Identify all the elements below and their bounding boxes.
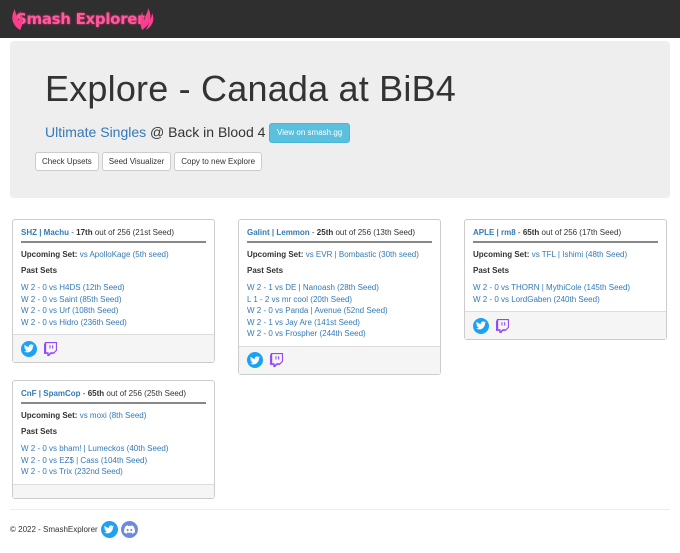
past-sets-label: Past Sets: [247, 266, 284, 275]
social-links: [13, 334, 214, 362]
brand-logo[interactable]: Smash Explorer: [12, 7, 154, 31]
upcoming-set: Upcoming Set: vs moxi (8th Seed): [21, 411, 206, 420]
discord-icon[interactable]: [120, 521, 138, 538]
twitch-icon[interactable]: [43, 341, 57, 356]
player-card: APLE | rm8 - 65th out of 256 (17th Seed)…: [464, 219, 667, 340]
footer-divider: [10, 509, 670, 510]
seed-info: out of 256 (21st Seed): [94, 228, 174, 237]
upcoming-opponent[interactable]: vs EVR | Bombastic (30th seed): [306, 250, 419, 259]
upcoming-set: Upcoming Set: vs ApolloKage (5th seed): [21, 250, 206, 259]
twitch-icon[interactable]: [495, 318, 509, 333]
set-item[interactable]: W 2 - 0 vs Trix (232nd Seed): [21, 466, 206, 478]
past-sets-list: W 2 - 0 vs H4DS (12th Seed) W 2 - 0 vs S…: [21, 282, 206, 328]
header-panel: Explore - Canada at BiB4 Ultimate Single…: [10, 41, 670, 198]
upcoming-label: Upcoming Set:: [21, 411, 78, 420]
check-upsets-button[interactable]: Check Upsets: [35, 152, 99, 171]
set-item[interactable]: W 2 - 0 vs bham! | Lumeckos (40th Seed): [21, 443, 206, 455]
event-subtitle: Ultimate Singles @ Back in Blood 4: [45, 124, 265, 140]
player-name-link[interactable]: CnF | SpamCop: [21, 389, 81, 398]
action-buttons: Check Upsets Seed Visualizer Copy to new…: [35, 152, 263, 171]
set-item[interactable]: W 2 - 0 vs H4DS (12th Seed): [21, 282, 206, 294]
player-card: SHZ | Machu - 17th out of 256 (21st Seed…: [12, 219, 215, 363]
seed-info: out of 256 (25th Seed): [106, 389, 186, 398]
set-item[interactable]: W 2 - 0 vs Hidro (236th Seed): [21, 317, 206, 329]
placement: 65th: [87, 389, 105, 398]
set-item[interactable]: W 2 - 1 vs DE | Nanoash (28th Seed): [247, 282, 432, 294]
view-on-smashgg-button[interactable]: View on smash.gg: [269, 123, 351, 143]
past-sets-list: W 2 - 1 vs DE | Nanoash (28th Seed) L 1 …: [247, 282, 432, 340]
seed-info: out of 256 (17th Seed): [541, 228, 622, 237]
player-name-link[interactable]: SHZ | Machu: [21, 228, 69, 237]
copyright: © 2022 - SmashExplorer: [10, 525, 98, 534]
past-sets-label: Past Sets: [21, 266, 58, 275]
player-header: CnF | SpamCop - 65th out of 256 (25th Se…: [21, 389, 206, 404]
set-item[interactable]: W 2 - 0 vs LordGaben (240th Seed): [473, 294, 658, 306]
tournament-name: @ Back in Blood 4: [150, 124, 266, 140]
set-item[interactable]: W 2 - 0 vs Frospher (244th Seed): [247, 328, 432, 340]
upcoming-label: Upcoming Set:: [473, 250, 530, 259]
social-links: [239, 345, 440, 374]
player-header: Galint | Lemmon - 25th out of 256 (13th …: [247, 228, 432, 243]
upcoming-opponent[interactable]: vs TFL | Ishimi (48th Seed): [532, 250, 627, 259]
past-sets-list: W 2 - 0 vs THORN | MythiCole (145th Seed…: [473, 282, 658, 305]
past-sets-label: Past Sets: [21, 427, 58, 436]
twitter-icon[interactable]: [100, 521, 118, 538]
upcoming-set: Upcoming Set: vs TFL | Ishimi (48th Seed…: [473, 250, 658, 259]
set-item[interactable]: W 2 - 0 vs Saint (85th Seed): [21, 294, 206, 306]
past-sets-label: Past Sets: [473, 266, 510, 275]
upcoming-set: Upcoming Set: vs EVR | Bombastic (30th s…: [247, 250, 432, 259]
set-item[interactable]: W 2 - 0 vs THORN | MythiCole (145th Seed…: [473, 282, 658, 294]
player-card: CnF | SpamCop - 65th out of 256 (25th Se…: [12, 380, 215, 499]
placement: 17th: [76, 228, 93, 237]
player-name-link[interactable]: Galint | Lemmon: [247, 228, 310, 237]
upcoming-label: Upcoming Set:: [21, 250, 78, 259]
social-links: [13, 483, 214, 498]
copy-explore-button[interactable]: Copy to new Explore: [174, 152, 263, 171]
navbar: Smash Explorer: [0, 0, 680, 38]
set-item[interactable]: W 2 - 0 vs EZ$ | Cass (104th Seed): [21, 455, 206, 467]
upcoming-opponent[interactable]: vs moxi (8th Seed): [80, 411, 147, 420]
upcoming-label: Upcoming Set:: [247, 250, 304, 259]
seed-visualizer-button[interactable]: Seed Visualizer: [101, 152, 172, 171]
seed-info: out of 256 (13th Seed): [335, 228, 416, 237]
placement: 25th: [316, 228, 334, 237]
event-link[interactable]: Ultimate Singles: [45, 124, 146, 140]
social-links: [465, 311, 666, 339]
twitch-icon[interactable]: [269, 353, 283, 368]
set-item[interactable]: W 2 - 0 vs Urf (108th Seed): [21, 305, 206, 317]
player-header: SHZ | Machu - 17th out of 256 (21st Seed…: [21, 228, 206, 243]
brand-name: Smash Explorer: [16, 10, 145, 28]
twitter-icon[interactable]: [247, 352, 263, 368]
flame-right-icon: [140, 8, 154, 30]
footer: © 2022 - SmashExplorer: [10, 521, 138, 538]
twitter-icon[interactable]: [473, 317, 489, 334]
flame-left-icon: [12, 9, 22, 30]
twitter-icon[interactable]: [21, 340, 37, 357]
set-item[interactable]: W 2 - 1 vs Jay Are (141st Seed): [247, 317, 432, 329]
upcoming-opponent[interactable]: vs ApolloKage (5th seed): [80, 250, 169, 259]
placement: 65th: [522, 228, 540, 237]
page-title: Explore - Canada at BiB4: [45, 68, 457, 109]
set-item[interactable]: L 1 - 2 vs mr cool (20th Seed): [247, 294, 432, 306]
set-item[interactable]: W 2 - 0 vs Panda | Avenue (52nd Seed): [247, 305, 432, 317]
player-card: Galint | Lemmon - 25th out of 256 (13th …: [238, 219, 441, 375]
player-header: APLE | rm8 - 65th out of 256 (17th Seed): [473, 228, 658, 243]
player-name-link[interactable]: APLE | rm8: [473, 228, 516, 237]
past-sets-list: W 2 - 0 vs bham! | Lumeckos (40th Seed) …: [21, 443, 206, 478]
